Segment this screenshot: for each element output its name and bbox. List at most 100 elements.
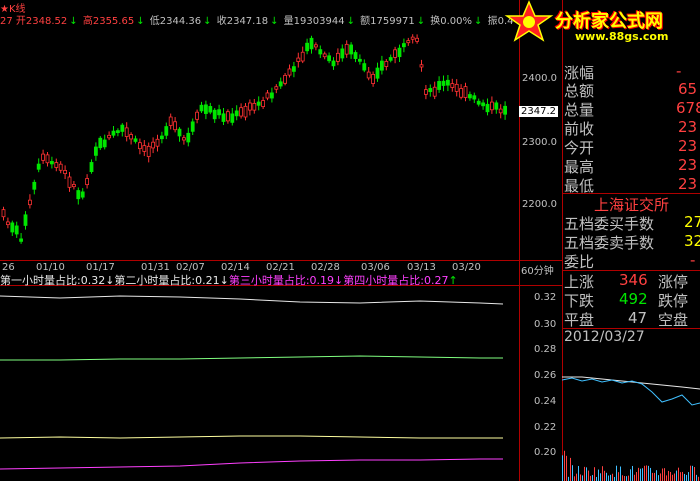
quote-label: 今开 (564, 139, 595, 157)
candle-body (23, 214, 28, 226)
price-axis-2300: 2300.0 (522, 137, 557, 148)
candle-body (371, 73, 376, 84)
candle-body (476, 100, 481, 105)
hour2-line (0, 435, 503, 439)
candle-body (225, 111, 230, 122)
candle-body (14, 225, 19, 235)
candle-body (265, 92, 270, 99)
flat-label: 平盘 (564, 311, 595, 329)
candle-body (98, 137, 103, 149)
info-bar: 27 开2348.52 ↓ 高2355.65 ↓ 低2344.36 ↓ 收2347.1… (0, 16, 514, 27)
axis-separator (519, 0, 520, 481)
ind-axis-label: 0.28 (534, 344, 557, 355)
current-price-tag: 2347.2 (519, 106, 558, 117)
mini-volume-bar (698, 476, 699, 481)
quote-value: 23 (678, 137, 698, 155)
candle-body (481, 102, 486, 107)
candle-body (54, 162, 59, 168)
candle-body (45, 154, 50, 164)
ind-axis-label: 0.22 (534, 422, 557, 433)
mini-volume-bar (672, 474, 673, 481)
mini-volume-bar (682, 471, 683, 481)
mini-volume-bar (622, 475, 623, 481)
limit-up-label: 涨停 (658, 273, 689, 291)
mini-volume-bar (646, 465, 647, 481)
candle-body (164, 126, 169, 136)
ind-axis-label: 0.24 (534, 396, 557, 407)
quote-panel: 涨幅 - 总额 65 总量 678 前收 23 今开 23 最高 23 最低 2… (562, 0, 700, 481)
candle-body (459, 88, 464, 98)
price-axis-2200: 2200.0 (522, 199, 557, 210)
candle-body (1, 209, 6, 218)
kline-bottom-line (0, 260, 562, 261)
ask-label: 五档委卖手数 (564, 234, 655, 252)
candle-body (313, 44, 318, 48)
quote-value: 23 (678, 118, 698, 136)
candle-body (406, 40, 411, 44)
candle-body (80, 191, 85, 198)
mini-volume-bar (662, 468, 663, 481)
candle-body (401, 43, 406, 48)
candle-body (203, 104, 208, 114)
indicator-chart[interactable] (0, 286, 519, 481)
low-value: 低2344.36 (149, 16, 202, 27)
mini-volume-bar (602, 466, 603, 481)
candle-body (199, 104, 204, 112)
mini-volume-bar (666, 475, 667, 481)
candle-body (353, 52, 358, 59)
mini-volume-bar (650, 467, 651, 481)
candle-body (129, 134, 134, 140)
ind-axis-label: 0.20 (534, 447, 557, 458)
candle-body (133, 138, 138, 142)
mini-volume-bar (614, 476, 615, 481)
mini-volume-bar (606, 472, 607, 481)
mini-volume-bar (578, 465, 579, 481)
candle-body (221, 113, 226, 122)
mini-volume-bar (690, 465, 691, 481)
mini-volume-bar (592, 475, 593, 481)
candle-body (230, 113, 235, 123)
candle-body (261, 100, 266, 108)
candle-body (366, 71, 371, 79)
candle-body (146, 145, 151, 157)
mini-volume-bar (590, 475, 591, 481)
candle-body (335, 52, 340, 62)
candle-body (472, 95, 477, 100)
logo-url[interactable]: www.88gs.com (575, 30, 668, 43)
mini-volume-bar (624, 476, 625, 481)
candle-body (27, 199, 32, 206)
period-label[interactable]: 60分钟 (521, 262, 554, 277)
candle-body (357, 58, 362, 62)
kline-chart[interactable] (0, 28, 519, 260)
mini-volume-bar (678, 467, 679, 481)
candle-body (375, 67, 380, 79)
high-value: 高2355.65 (82, 16, 135, 27)
suspended-label: 空盘 (658, 311, 689, 329)
up-count: 346 (619, 271, 648, 289)
mini-volume-bar (664, 468, 665, 481)
ind-axis-label: 0.30 (534, 319, 557, 330)
down-label: 下跌 (564, 292, 595, 310)
mini-volume-bar (654, 472, 655, 481)
mini-volume-bar (562, 455, 563, 481)
quote-value: 678 (676, 99, 700, 117)
quote-label: 最高 (564, 158, 595, 176)
candle-body (467, 94, 472, 99)
candle-body (102, 139, 107, 148)
candle-body (63, 170, 67, 175)
candle-body (6, 221, 10, 226)
mini-index-chart[interactable] (562, 347, 700, 481)
turnover-value: 换0.00% (430, 16, 473, 27)
volume-value: 量19303944 (283, 16, 345, 27)
close-value: 收2347.18 (216, 16, 269, 27)
mini-volume-bar (680, 472, 681, 481)
candle-body (327, 55, 332, 62)
candle-body (41, 153, 45, 161)
candle-body (283, 74, 288, 84)
mini-volume-bar (580, 474, 581, 481)
candle-body (318, 49, 323, 55)
mini-volume-bar (608, 475, 609, 481)
exchange-name: 上海证交所 (594, 196, 670, 214)
candle-body (344, 43, 349, 55)
mini-volume-bar (696, 474, 697, 481)
